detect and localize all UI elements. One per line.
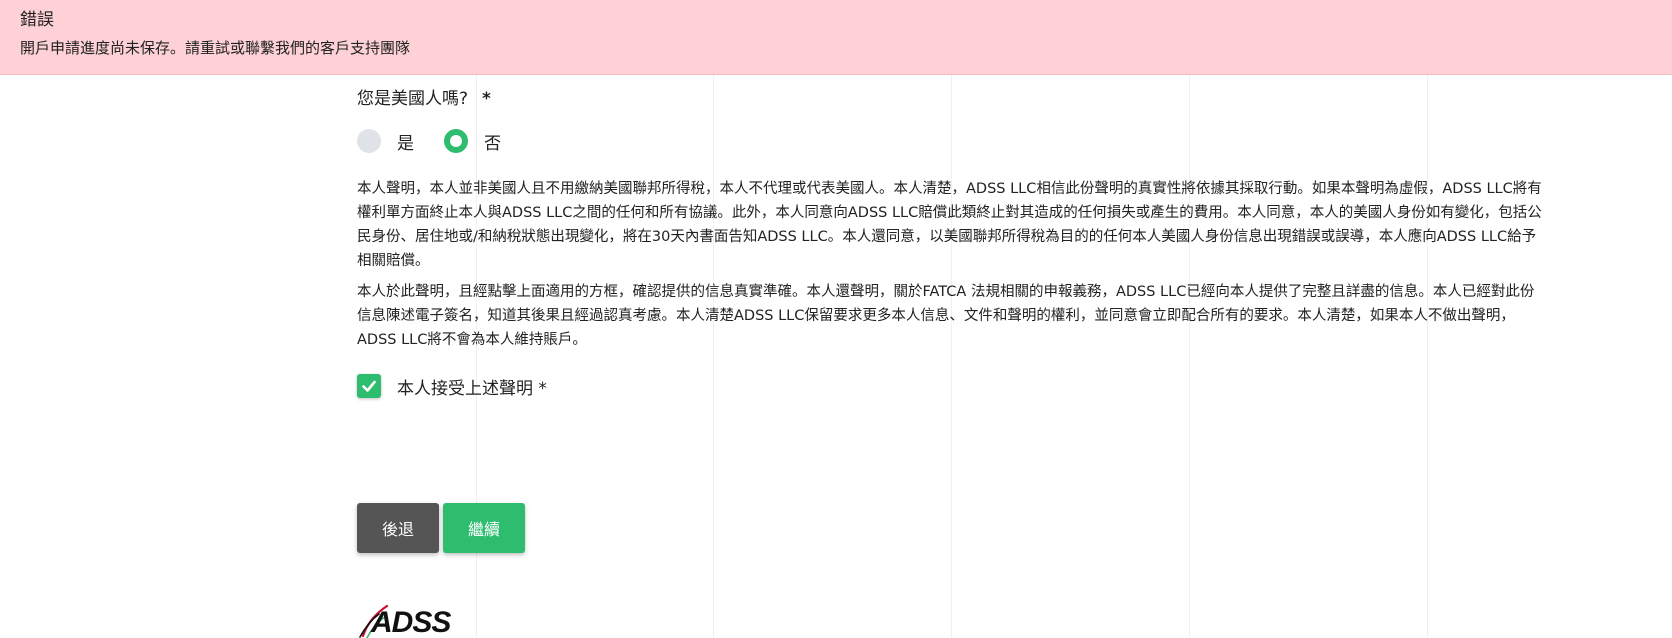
radio-option-yes[interactable]: 是	[357, 129, 414, 154]
radio-no-label: 否	[484, 133, 501, 154]
fatca-form: 您是美國人嗎? * 是 否 本人聲明，本人並非美國人且不用繳納美國聯邦所得稅，本人…	[357, 88, 1547, 400]
error-alert: 錯誤 開戶申請進度尚未保存。請重試或聯繫我們的客戶支持團隊	[0, 0, 1672, 75]
accept-checkbox-label: 本人接受上述聲明 *	[397, 374, 547, 399]
required-mark: *	[538, 378, 547, 399]
adss-logo: ADSS	[357, 600, 467, 638]
accept-checkbox[interactable]	[357, 374, 381, 398]
us-person-question-label: 您是美國人嗎?	[357, 89, 469, 109]
declaration-paragraph-1: 本人聲明，本人並非美國人且不用繳納美國聯邦所得稅，本人不代理或代表美國人。本人清…	[357, 181, 1542, 269]
radio-yes-label: 是	[397, 133, 414, 154]
logo-text: ADSS	[371, 606, 451, 638]
form-buttons: 後退 繼續	[357, 503, 525, 553]
us-person-question: 您是美國人嗎? *	[357, 88, 1547, 110]
checkmark-icon	[362, 380, 376, 392]
radio-no-circle[interactable]	[444, 129, 468, 153]
radio-option-no[interactable]: 否	[444, 129, 501, 154]
accept-label-text: 本人接受上述聲明	[397, 378, 533, 399]
declaration-paragraph-2: 本人於此聲明，且經點擊上面適用的方框，確認提供的信息真實準確。本人還聲明，關於F…	[357, 284, 1535, 348]
continue-button[interactable]: 繼續	[443, 503, 525, 553]
error-alert-title: 錯誤	[20, 10, 54, 30]
required-mark: *	[482, 89, 491, 109]
accept-declaration-row: 本人接受上述聲明 *	[357, 372, 1547, 400]
back-button[interactable]: 後退	[357, 503, 439, 553]
us-person-radio-group: 是 否	[357, 127, 1547, 155]
error-alert-message: 開戶申請進度尚未保存。請重試或聯繫我們的客戶支持團隊	[20, 39, 411, 57]
radio-yes-circle[interactable]	[357, 129, 381, 153]
